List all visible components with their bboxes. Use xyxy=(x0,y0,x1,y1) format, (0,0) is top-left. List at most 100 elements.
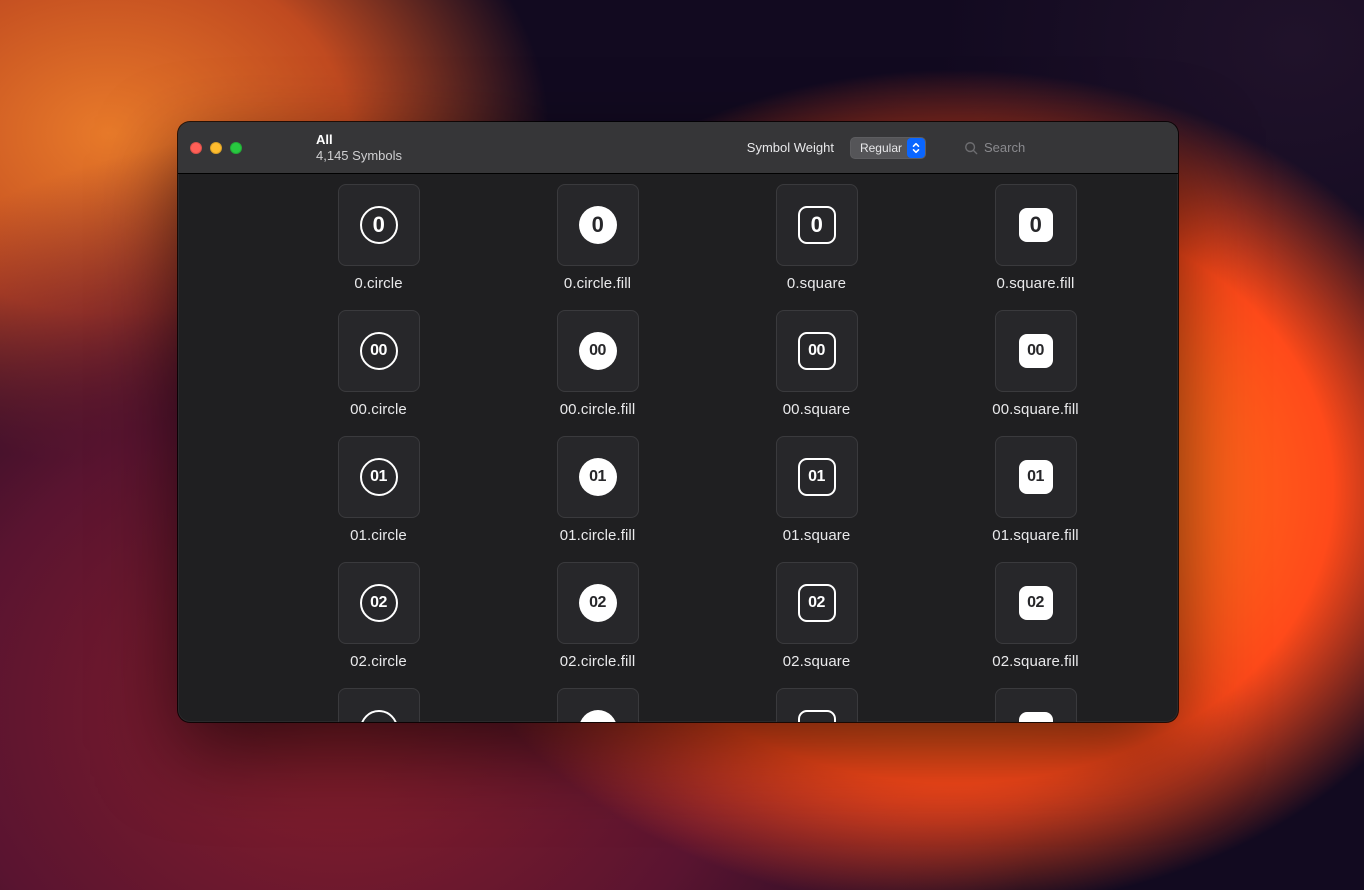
symbol-glyph-icon: 01 xyxy=(798,458,836,496)
symbol-cell[interactable]: 02 02.circle xyxy=(274,562,483,670)
symbol-glyph-digits: 03 xyxy=(1027,720,1044,722)
search-field[interactable] xyxy=(964,140,1164,155)
symbol-tile: 00 xyxy=(995,310,1077,392)
page-subtitle: 4,145 Symbols xyxy=(316,148,402,164)
symbol-tile: 0 xyxy=(776,184,858,266)
symbol-glyph-digits: 01 xyxy=(1027,468,1044,486)
symbol-glyph-icon: 00 xyxy=(579,332,617,370)
symbol-tile: 01 xyxy=(338,436,420,518)
symbol-name-label: 00.square xyxy=(783,401,851,418)
minimize-window-button[interactable] xyxy=(210,142,222,154)
symbol-cell[interactable]: 0000.circle.fill xyxy=(493,310,702,418)
symbol-name-label: 01.square xyxy=(783,527,851,544)
symbol-tile: 03 xyxy=(995,688,1077,722)
symbol-cell[interactable]: 0303.circle.fill xyxy=(493,688,702,722)
symbol-cell[interactable]: 02 02.square xyxy=(712,562,921,670)
symbol-tile: 02 xyxy=(995,562,1077,644)
symbol-name-label: 0.square.fill xyxy=(996,275,1074,292)
symbol-name-label: 01.circle.fill xyxy=(560,527,636,544)
symbol-name-label: 0.circle.fill xyxy=(564,275,631,292)
symbol-cell[interactable]: 0303.square.fill xyxy=(931,688,1140,722)
symbol-glyph-digits: 01 xyxy=(370,468,387,486)
search-input[interactable] xyxy=(984,140,1164,155)
symbol-tile: 0 xyxy=(338,184,420,266)
symbol-cell[interactable]: 0 0.circle xyxy=(274,184,483,292)
titlebar: All 4,145 Symbols Symbol Weight Regular xyxy=(178,122,1178,174)
symbol-glyph-digits: 03 xyxy=(370,720,387,722)
symbol-tile: 02 xyxy=(776,562,858,644)
symbol-cell[interactable]: 0 0.circle.fill xyxy=(493,184,702,292)
symbol-glyph-icon: 0 xyxy=(1019,208,1053,242)
symbol-glyph-digits: 00 xyxy=(1027,342,1044,360)
page-title: All xyxy=(316,132,402,148)
symbol-name-label: 01.circle xyxy=(350,527,407,544)
symbol-glyph-icon: 02 xyxy=(579,584,617,622)
symbol-glyph-icon: 03 xyxy=(360,710,398,722)
symbol-weight-value: Regular xyxy=(860,141,902,155)
symbol-grid-container: 00.circle00.circle.fill00.square00.squar… xyxy=(178,174,1178,722)
symbol-name-label: 01.square.fill xyxy=(992,527,1078,544)
symbol-tile: 0 xyxy=(995,184,1077,266)
symbol-glyph-digits: 0 xyxy=(1030,212,1042,238)
symbol-name-label: 0.square xyxy=(787,275,846,292)
symbol-cell[interactable]: 01 01.circle.fill xyxy=(493,436,702,544)
symbol-tile: 03 xyxy=(338,688,420,722)
symbol-glyph-icon: 0 xyxy=(798,206,836,244)
symbol-glyph-icon: 03 xyxy=(1019,712,1053,722)
symbol-grid: 00.circle00.circle.fill00.square00.squar… xyxy=(274,184,1140,722)
symbol-glyph-icon: 00 xyxy=(1019,334,1053,368)
symbol-cell[interactable]: 00 00.square xyxy=(712,310,921,418)
symbol-cell[interactable]: 02 02.circle.fill xyxy=(493,562,702,670)
symbol-cell[interactable]: 0 0.square.fill xyxy=(931,184,1140,292)
symbol-weight-label: Symbol Weight xyxy=(747,140,834,155)
symbol-tile: 00 xyxy=(776,310,858,392)
traffic-lights xyxy=(190,142,242,154)
symbol-cell[interactable]: 01 01.square xyxy=(712,436,921,544)
symbol-cell[interactable]: 0 0.square xyxy=(712,184,921,292)
symbol-tile: 00 xyxy=(557,310,639,392)
symbol-glyph-digits: 01 xyxy=(808,468,825,486)
symbol-name-label: 02.square.fill xyxy=(992,653,1078,670)
symbol-glyph-icon: 02 xyxy=(798,584,836,622)
symbol-cell[interactable]: 02 02.square.fill xyxy=(931,562,1140,670)
symbol-name-label: 02.square xyxy=(783,653,851,670)
symbol-glyph-icon: 00 xyxy=(360,332,398,370)
symbol-cell[interactable]: 01 01.square.fill xyxy=(931,436,1140,544)
symbol-tile: 0 xyxy=(557,184,639,266)
symbol-glyph-digits: 03 xyxy=(808,720,825,722)
close-window-button[interactable] xyxy=(190,142,202,154)
symbol-name-label: 00.square.fill xyxy=(992,401,1078,418)
chevron-up-down-icon xyxy=(907,138,925,158)
symbol-name-label: 0.circle xyxy=(354,275,402,292)
symbol-glyph-icon: 03 xyxy=(579,710,617,722)
symbol-glyph-digits: 00 xyxy=(370,342,387,360)
symbol-cell[interactable]: 0303.circle xyxy=(274,688,483,722)
symbol-cell[interactable]: 01 01.circle xyxy=(274,436,483,544)
title-block: All 4,145 Symbols xyxy=(316,132,402,163)
symbol-glyph-digits: 0 xyxy=(811,212,823,238)
symbol-glyph-digits: 01 xyxy=(589,468,606,486)
symbol-glyph-digits: 02 xyxy=(370,594,387,612)
symbol-glyph-digits: 02 xyxy=(1027,594,1044,612)
symbol-cell[interactable]: 00 00.square.fill xyxy=(931,310,1140,418)
symbol-glyph-digits: 00 xyxy=(808,342,825,360)
symbol-cell[interactable]: 0303.square xyxy=(712,688,921,722)
symbol-tile: 01 xyxy=(995,436,1077,518)
symbol-tile: 03 xyxy=(776,688,858,722)
symbol-tile: 01 xyxy=(557,436,639,518)
symbol-cell[interactable]: 00 00.circle xyxy=(274,310,483,418)
symbol-name-label: 00.circle xyxy=(350,401,407,418)
symbol-name-label: 02.circle xyxy=(350,653,407,670)
symbol-glyph-digits: 0 xyxy=(592,212,604,238)
symbol-glyph-icon: 03 xyxy=(798,710,836,722)
symbol-glyph-digits: 0 xyxy=(373,212,385,238)
symbol-weight-select[interactable]: Regular xyxy=(850,137,926,159)
symbol-tile: 03 xyxy=(557,688,639,722)
symbol-glyph-icon: 0 xyxy=(579,206,617,244)
symbol-name-label: 02.circle.fill xyxy=(560,653,636,670)
symbol-glyph-icon: 01 xyxy=(360,458,398,496)
zoom-window-button[interactable] xyxy=(230,142,242,154)
app-window: All 4,145 Symbols Symbol Weight Regular … xyxy=(178,122,1178,722)
symbol-glyph-digits: 00 xyxy=(589,342,606,360)
symbol-glyph-icon: 00 xyxy=(798,332,836,370)
